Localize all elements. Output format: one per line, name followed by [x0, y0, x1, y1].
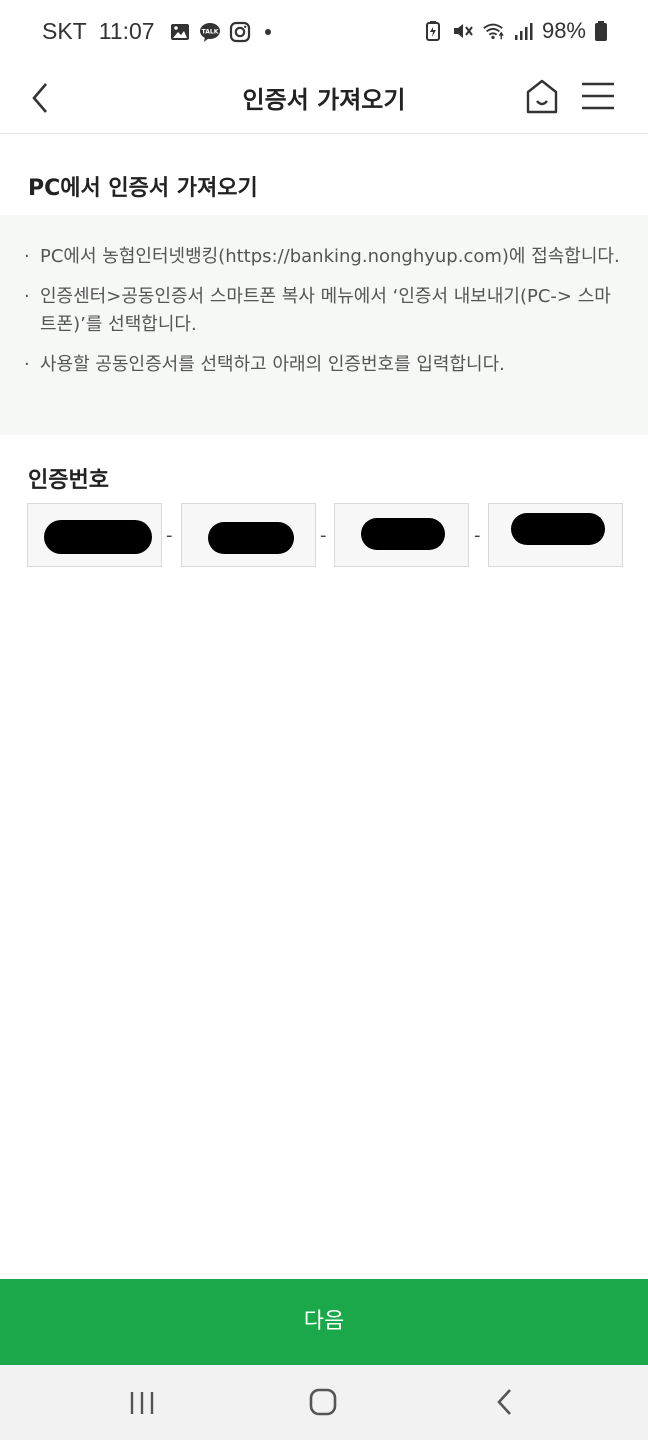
system-nav-bar — [0, 1365, 648, 1440]
code-separator: - — [166, 525, 173, 546]
home-nav-icon[interactable] — [308, 1387, 338, 1417]
kakaotalk-icon: TALK — [199, 22, 220, 42]
hamburger-menu-icon[interactable] — [578, 78, 618, 114]
clock: 11:07 — [98, 18, 155, 44]
carrier-label: SKT — [42, 18, 87, 44]
instagram-icon — [229, 21, 250, 42]
guide-list: PC에서 농협인터넷뱅킹(https://banking.nonghyup.co… — [24, 243, 624, 391]
auth-code-field-4[interactable] — [488, 503, 623, 567]
auth-code-label: 인증번호 — [28, 468, 109, 493]
redaction-mask — [511, 513, 605, 545]
guide-item: 사용할 공동인증서를 선택하고 아래의 인증번호를 입력합니다. — [24, 351, 624, 379]
app-header: 인증서 가져오기 — [0, 64, 648, 134]
signal-icon — [514, 23, 533, 40]
wifi-icon — [483, 23, 504, 40]
gallery-icon — [170, 23, 189, 40]
battery-icon — [595, 21, 607, 41]
guide-item: PC에서 농협인터넷뱅킹(https://banking.nonghyup.co… — [24, 243, 624, 271]
mute-icon — [453, 24, 473, 38]
status-bar-right: 98% — [422, 18, 608, 44]
notification-dot — [264, 28, 271, 35]
redaction-mask — [44, 520, 152, 554]
next-button[interactable]: 다음 — [0, 1279, 648, 1365]
guide-box: PC에서 농협인터넷뱅킹(https://banking.nonghyup.co… — [0, 215, 648, 435]
auth-code-field-3[interactable] — [334, 503, 469, 567]
battery-percent: 98% — [541, 18, 586, 43]
auth-code-row: - - - — [27, 503, 623, 567]
svg-text:TALK: TALK — [201, 28, 218, 35]
back-nav-icon[interactable] — [492, 1387, 516, 1417]
guide-item: 인증센터>공동인증서 스마트폰 복사 메뉴에서 ‘인증서 내보내기(PC-> 스… — [24, 283, 624, 339]
redaction-mask — [361, 518, 445, 550]
auth-code-field-1[interactable] — [27, 503, 162, 567]
code-separator: - — [320, 525, 327, 546]
status-bar-left: SKT 11:07 TALK — [42, 18, 271, 45]
recent-apps-icon[interactable] — [128, 1389, 156, 1417]
battery-saver-icon — [425, 21, 440, 41]
status-bar: SKT 11:07 TALK 98% — [0, 0, 648, 64]
home-icon[interactable] — [524, 76, 560, 116]
redaction-mask — [208, 522, 294, 554]
code-separator: - — [474, 525, 481, 546]
section-title: PC에서 인증서 가져오기 — [28, 176, 258, 201]
auth-code-field-2[interactable] — [181, 503, 316, 567]
